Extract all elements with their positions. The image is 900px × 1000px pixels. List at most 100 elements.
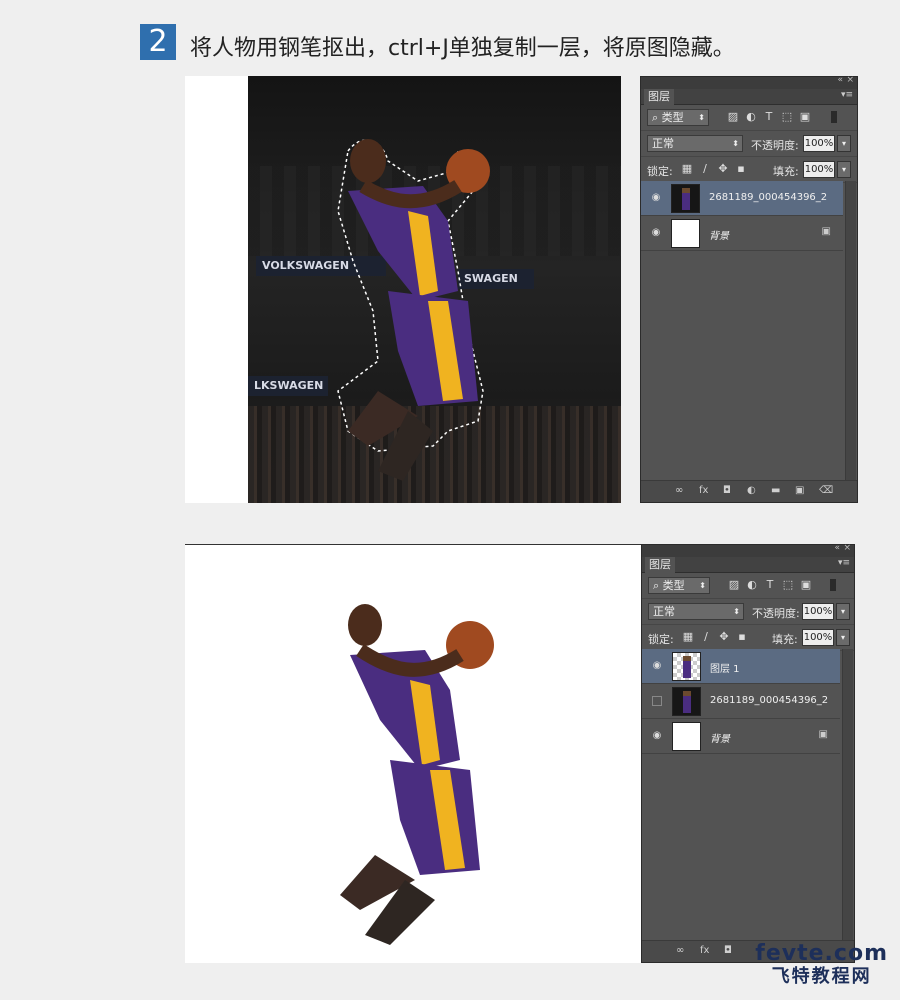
filter-kind-select[interactable]: ⌕ 类型 ⬍ — [647, 109, 709, 126]
filter-row: ⌕ 类型 ⬍ ▨ ◐ T ⬚ ▣ — [641, 105, 857, 131]
layer-name: 图层 1 — [710, 664, 740, 675]
eye-icon[interactable]: ◉ — [649, 192, 663, 204]
opacity-dropdown[interactable]: ▾ — [837, 135, 851, 152]
type-filter-icon[interactable]: T — [763, 111, 775, 123]
watermark-domain: fevte.com — [755, 941, 888, 966]
search-icon: ⌕ — [652, 111, 659, 124]
panel-titlebar: « × — [642, 543, 854, 557]
fx-icon[interactable]: fx — [699, 485, 708, 496]
dropdown-icon: ⬍ — [733, 607, 740, 616]
close-icon[interactable]: × — [846, 75, 854, 85]
canvas-extracted[interactable] — [185, 544, 641, 963]
step-instruction: 将人物用钢笔抠出，ctrl+J单独复制一层，将原图隐藏。 — [190, 36, 735, 61]
eye-icon[interactable]: ◉ — [650, 660, 664, 672]
lock-transparent-icon[interactable]: ▦ — [681, 163, 693, 175]
layer-name: 背景 — [710, 734, 730, 745]
filter-kind-select[interactable]: ⌕ 类型 ⬍ — [648, 577, 710, 594]
tab-layers[interactable]: 图层 — [644, 89, 674, 105]
opacity-label: 不透明度: — [752, 607, 800, 620]
collapse-icon[interactable]: « — [837, 75, 843, 85]
lock-position-icon[interactable]: ✥ — [717, 163, 729, 175]
fill-dropdown[interactable]: ▾ — [836, 629, 850, 646]
filter-kind-label: 类型 — [662, 579, 685, 592]
adjustment-filter-icon[interactable]: ◐ — [746, 579, 758, 591]
visibility-off-box[interactable] — [652, 696, 662, 706]
layer-name: 背景 — [709, 231, 729, 242]
dropdown-icon: ⬍ — [698, 113, 705, 122]
trash-icon[interactable]: ⌫ — [819, 485, 833, 496]
opacity-input[interactable]: 100% — [802, 603, 834, 620]
lock-label: 锁定: — [648, 633, 674, 646]
smart-filter-icon[interactable]: ▣ — [799, 111, 811, 123]
smart-filter-icon[interactable]: ▣ — [800, 579, 812, 591]
layers-panel: « × 图层 ▾≡ ⌕ 类型 ⬍ ▨ ◐ T ⬚ ▣ 正常 ⬍ 不透明度: 10… — [641, 543, 855, 963]
fill-input[interactable]: 100% — [803, 161, 835, 178]
close-icon[interactable]: × — [843, 543, 851, 553]
lock-icon: ▣ — [818, 729, 828, 740]
layer-row[interactable]: ◉ 图层 1 — [642, 649, 840, 684]
layer-name: 2681189_000454396_2 — [710, 695, 829, 706]
layer-row[interactable]: 2681189_000454396_2 — [642, 684, 840, 719]
dropdown-icon: ⬍ — [732, 139, 739, 148]
pixel-filter-icon[interactable]: ▨ — [727, 111, 739, 123]
watermark-name: 飞特教程网 — [771, 966, 872, 987]
player-figure — [340, 604, 494, 945]
step-number-badge: 2 — [140, 24, 176, 60]
lock-image-icon[interactable]: ∕ — [699, 163, 711, 175]
type-filter-icon[interactable]: T — [764, 579, 776, 591]
layers-scrollbar[interactable] — [842, 649, 853, 940]
panel-menu-icon[interactable]: ▾≡ — [841, 90, 853, 100]
filter-kind-label: 类型 — [661, 111, 684, 124]
add-mask-icon[interactable]: ◘ — [723, 485, 731, 496]
collapse-icon[interactable]: « — [834, 543, 840, 553]
layer-list: ◉ 2681189_000454396_2 ◉ 背景 ▣ — [641, 181, 843, 251]
eye-icon[interactable]: ◉ — [650, 730, 664, 742]
search-icon: ⌕ — [653, 579, 660, 592]
folder-icon[interactable]: ▬ — [771, 485, 780, 496]
opacity-dropdown[interactable]: ▾ — [836, 603, 850, 620]
link-layers-icon[interactable]: ∞ — [676, 945, 684, 956]
fill-label: 填充: — [773, 165, 799, 178]
lock-icon: ▣ — [821, 226, 831, 237]
lock-position-icon[interactable]: ✥ — [718, 631, 730, 643]
fx-icon[interactable]: fx — [700, 945, 709, 956]
lock-row: 锁定: ▦ ∕ ✥ ▪ 填充: 100% ▾ — [641, 157, 857, 183]
layer-row[interactable]: ◉ 背景 ▣ — [642, 719, 840, 754]
lock-all-icon[interactable]: ▪ — [736, 631, 748, 643]
adjustment-layer-icon[interactable]: ◐ — [747, 485, 756, 496]
layer-row[interactable]: ◉ 背景 ▣ — [641, 216, 843, 251]
layer-thumbnail — [671, 184, 700, 213]
canvas-original[interactable]: VOLKSWAGEN SWAGEN LKSWAGEN — [185, 76, 621, 503]
layer-name: 2681189_000454396_2 — [709, 192, 828, 203]
blend-row: 正常 ⬍ 不透明度: 100% ▾ — [642, 599, 854, 625]
fill-input[interactable]: 100% — [802, 629, 834, 646]
filter-toggle[interactable] — [831, 111, 837, 123]
shape-filter-icon[interactable]: ⬚ — [782, 579, 794, 591]
panel-tab-row: 图层 ▾≡ — [642, 557, 854, 573]
fill-label: 填充: — [772, 633, 798, 646]
layer-thumbnail — [672, 687, 701, 716]
blend-mode-select[interactable]: 正常 ⬍ — [647, 135, 743, 152]
fill-dropdown[interactable]: ▾ — [837, 161, 851, 178]
layers-panel: « × 图层 ▾≡ ⌕ 类型 ⬍ ▨ ◐ T ⬚ ▣ 正常 ⬍ 不透明度: 10… — [640, 75, 858, 503]
new-layer-icon[interactable]: ▣ — [795, 485, 804, 496]
link-layers-icon[interactable]: ∞ — [675, 485, 683, 496]
adjustment-filter-icon[interactable]: ◐ — [745, 111, 757, 123]
layer-list: ◉ 图层 1 2681189_000454396_2 ◉ 背景 ▣ — [642, 649, 840, 754]
blend-mode-select[interactable]: 正常 ⬍ — [648, 603, 744, 620]
lock-image-icon[interactable]: ∕ — [700, 631, 712, 643]
panel-tab-row: 图层 ▾≡ — [641, 89, 857, 105]
panel-menu-icon[interactable]: ▾≡ — [838, 558, 850, 568]
eye-icon[interactable]: ◉ — [649, 227, 663, 239]
lock-all-icon[interactable]: ▪ — [735, 163, 747, 175]
lock-transparent-icon[interactable]: ▦ — [682, 631, 694, 643]
layers-scrollbar[interactable] — [845, 181, 856, 480]
tab-layers[interactable]: 图层 — [645, 557, 675, 573]
layer-row[interactable]: ◉ 2681189_000454396_2 — [641, 181, 843, 216]
opacity-input[interactable]: 100% — [803, 135, 835, 152]
lock-label: 锁定: — [647, 165, 673, 178]
add-mask-icon[interactable]: ◘ — [724, 945, 732, 956]
filter-toggle[interactable] — [830, 579, 836, 591]
pixel-filter-icon[interactable]: ▨ — [728, 579, 740, 591]
shape-filter-icon[interactable]: ⬚ — [781, 111, 793, 123]
